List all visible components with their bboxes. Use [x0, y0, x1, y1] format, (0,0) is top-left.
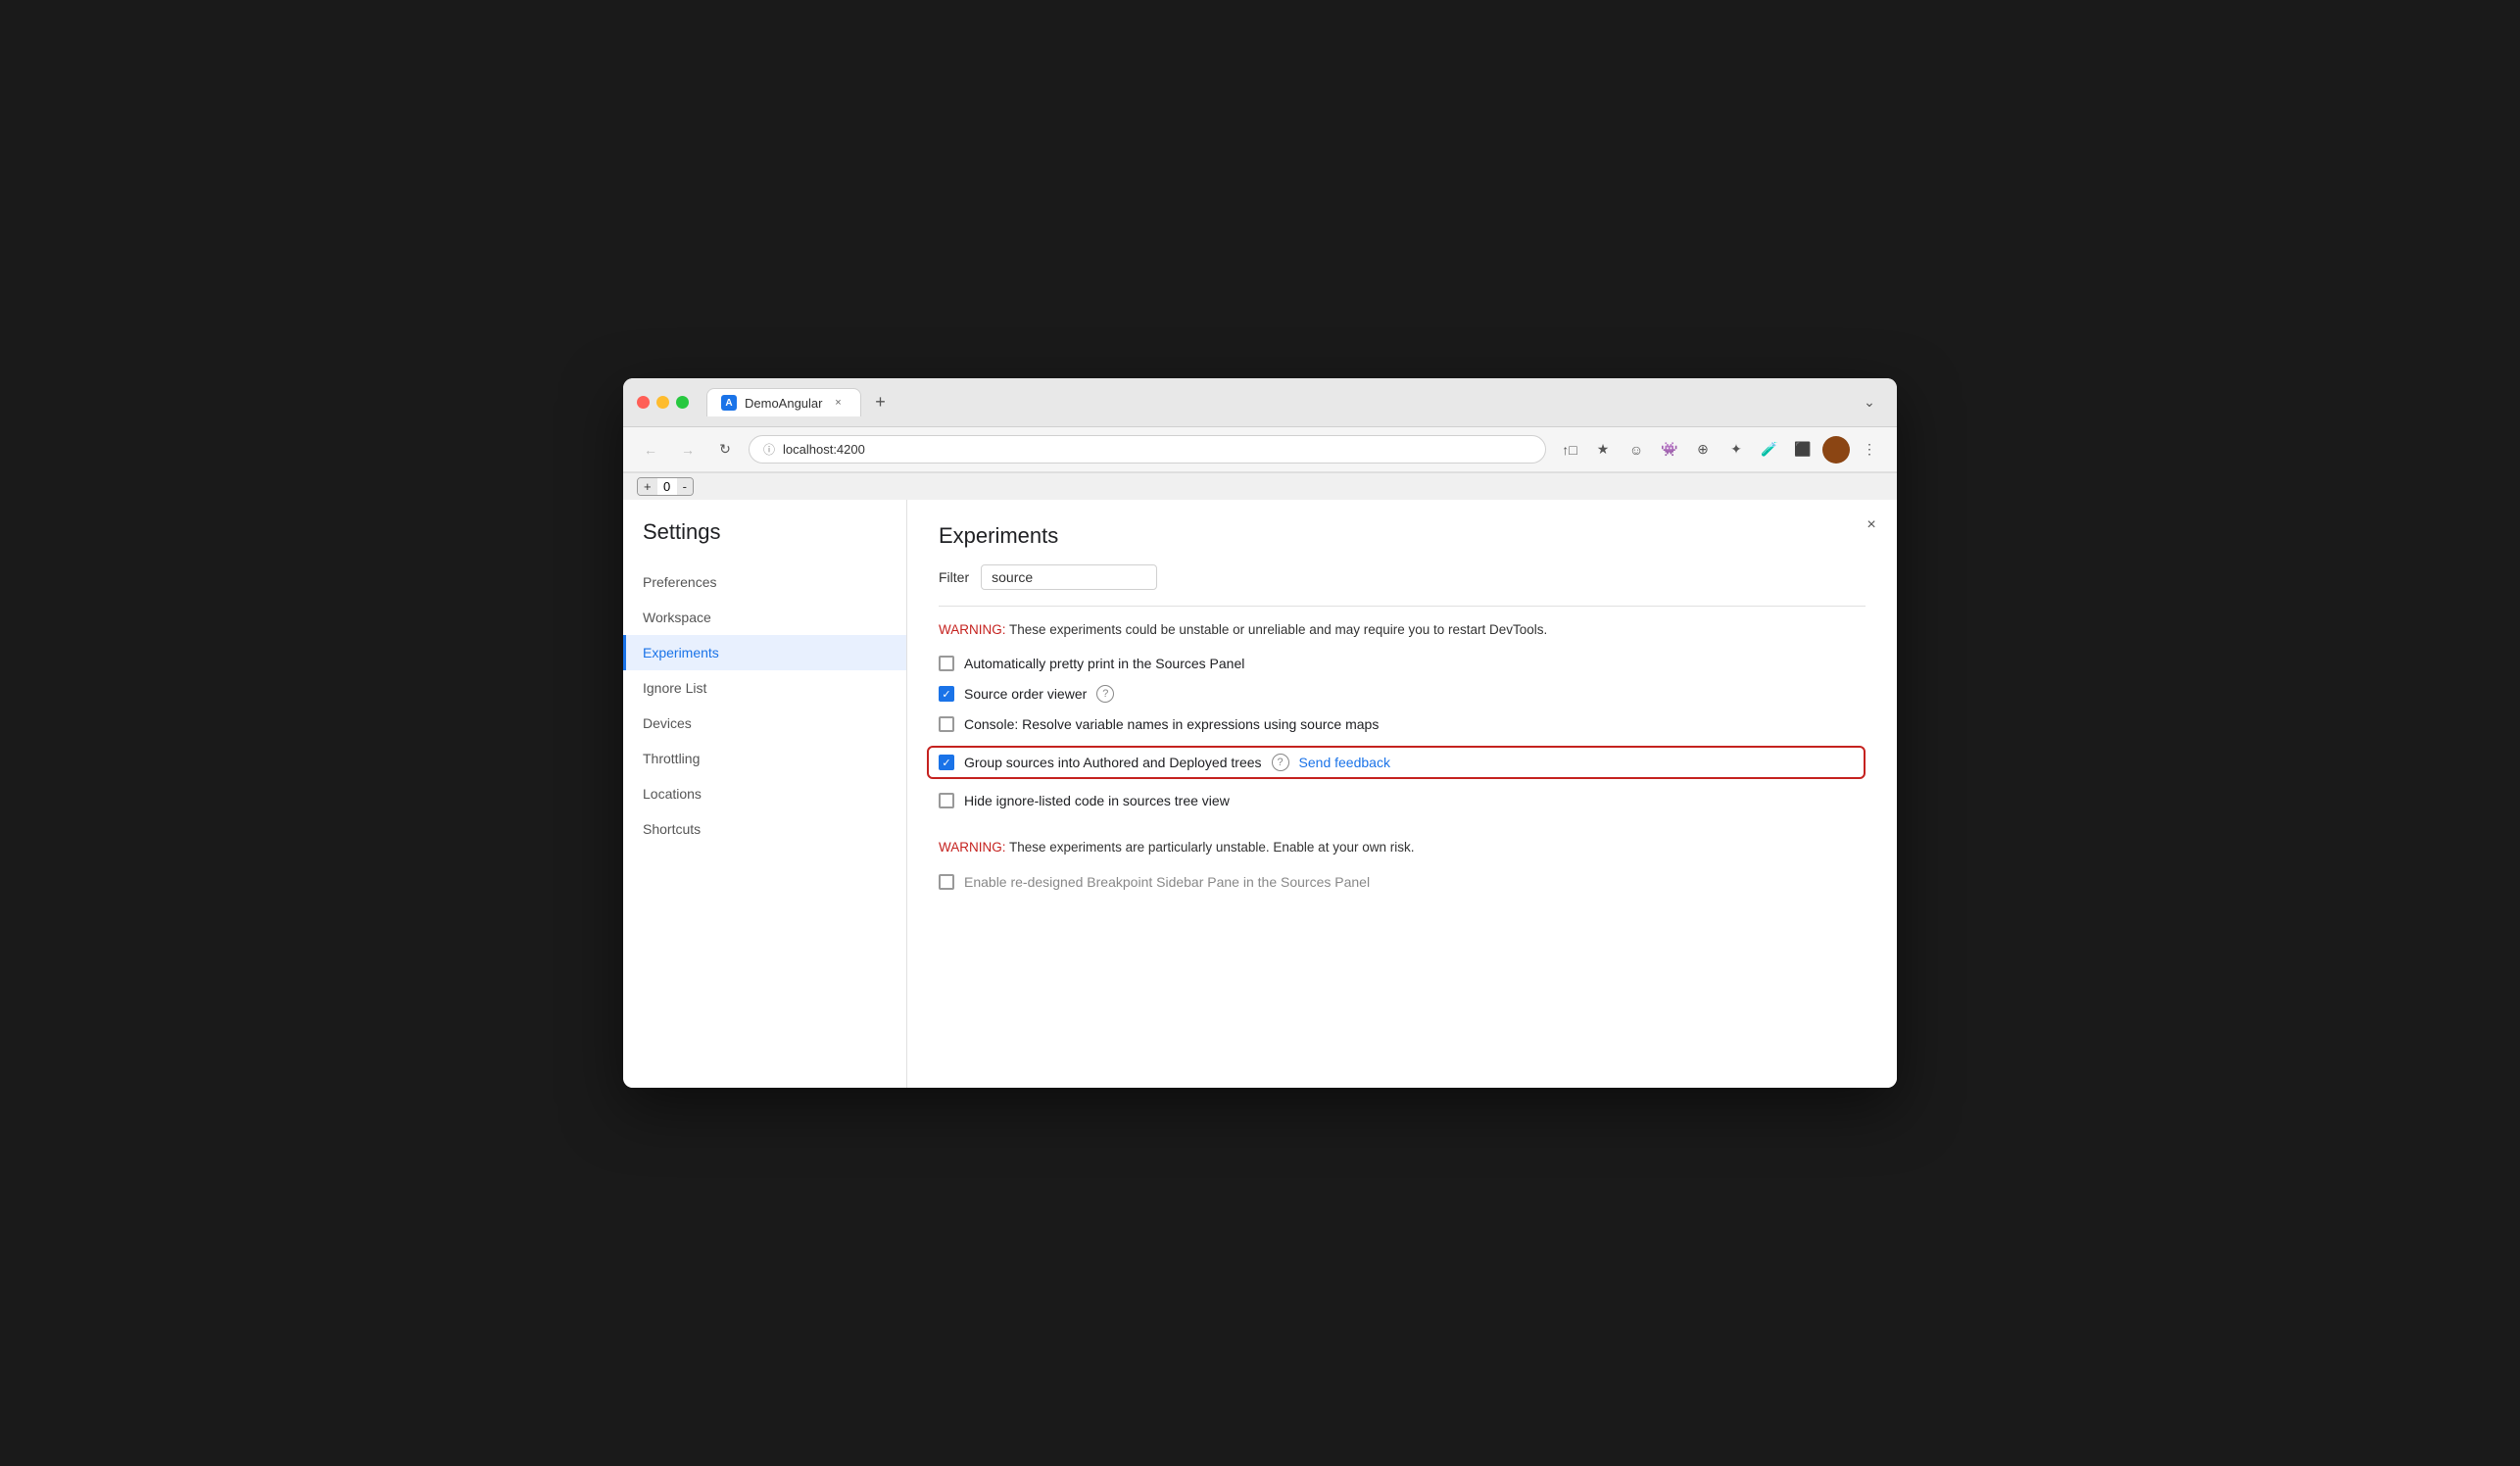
- extension1-icon[interactable]: 👾: [1656, 436, 1683, 464]
- warning-body-2: These experiments are particularly unsta…: [1009, 840, 1414, 855]
- sidebar-item-ignore-list[interactable]: Ignore List: [623, 670, 906, 706]
- sidebar-item-locations[interactable]: Locations: [623, 776, 906, 811]
- checkbox-group-sources[interactable]: ✓: [939, 755, 954, 770]
- experiment-label-source-order: Source order viewer: [964, 686, 1087, 702]
- user-circle-icon[interactable]: ☺: [1623, 436, 1650, 464]
- share-icon[interactable]: ↑□: [1556, 436, 1583, 464]
- browser-toolbar: ← → ↻ ⓘ localhost:4200 ↑□ ★ ☺ 👾 ⊕ ✦ 🧪 ⬛ …: [623, 427, 1897, 472]
- tab-title: DemoAngular: [745, 396, 823, 411]
- filter-label: Filter: [939, 569, 969, 585]
- experiments-title: Experiments: [939, 523, 1866, 549]
- filter-row: Filter: [939, 564, 1866, 590]
- sidebar-item-preferences[interactable]: Preferences: [623, 564, 906, 600]
- experiment-item-console-resolve: Console: Resolve variable names in expre…: [939, 716, 1866, 732]
- experiment-label-group-sources: Group sources into Authored and Deployed…: [964, 755, 1262, 770]
- new-tab-button[interactable]: +: [867, 389, 895, 416]
- browser-window: A DemoAngular × + ⌄ ← → ↻ ⓘ localhost:42…: [623, 378, 1897, 1088]
- help-icon-group-sources[interactable]: ?: [1272, 754, 1289, 771]
- bookmark-icon[interactable]: ★: [1589, 436, 1617, 464]
- tab-favicon: A: [721, 395, 737, 411]
- beaker-icon[interactable]: 🧪: [1756, 436, 1783, 464]
- help-icon-source-order[interactable]: ?: [1096, 685, 1114, 703]
- profile-avatar[interactable]: [1822, 436, 1850, 464]
- checkbox-hide-ignore[interactable]: [939, 793, 954, 808]
- send-feedback-link[interactable]: Send feedback: [1299, 755, 1390, 770]
- devtools-bar: + 0 -: [623, 472, 1897, 500]
- active-tab[interactable]: A DemoAngular ×: [706, 388, 861, 416]
- sidebar-icon[interactable]: ⬛: [1789, 436, 1817, 464]
- checkbox-breakpoint-sidebar[interactable]: [939, 874, 954, 890]
- extension2-icon[interactable]: ✦: [1722, 436, 1750, 464]
- tab-close-button[interactable]: ×: [831, 395, 847, 411]
- section-spacer: [939, 822, 1866, 838]
- maximize-traffic-light[interactable]: [676, 396, 689, 409]
- experiment-label-pretty-print: Automatically pretty print in the Source…: [964, 656, 1244, 671]
- browser-titlebar: A DemoAngular × + ⌄: [623, 378, 1897, 427]
- forward-button[interactable]: →: [674, 436, 702, 464]
- secure-icon: ⓘ: [763, 441, 775, 458]
- devtools-icon[interactable]: ⊕: [1689, 436, 1717, 464]
- experiment-item-source-order: ✓ Source order viewer ?: [939, 685, 1866, 703]
- settings-close-button[interactable]: ×: [1860, 513, 1883, 537]
- checkbox-source-order[interactable]: ✓: [939, 686, 954, 702]
- tab-bar: A DemoAngular × +: [706, 388, 1846, 416]
- reload-button[interactable]: ↻: [711, 436, 739, 464]
- address-text: localhost:4200: [783, 442, 865, 457]
- sidebar-item-shortcuts[interactable]: Shortcuts: [623, 811, 906, 847]
- experiment-label-hide-ignore: Hide ignore-listed code in sources tree …: [964, 793, 1230, 808]
- warning-label-1: WARNING:: [939, 622, 1006, 637]
- filter-input[interactable]: [981, 564, 1157, 590]
- counter-minus-button[interactable]: -: [677, 478, 693, 495]
- experiment-label-console-resolve: Console: Resolve variable names in expre…: [964, 716, 1379, 732]
- sidebar-item-experiments[interactable]: Experiments: [623, 635, 906, 670]
- settings-content: × Experiments Filter WARNING: These expe…: [907, 500, 1897, 1088]
- devtools-counter: + 0 -: [637, 477, 694, 496]
- experiment-item-pretty-print: Automatically pretty print in the Source…: [939, 656, 1866, 671]
- warning-label-2: WARNING:: [939, 840, 1006, 855]
- checkbox-console-resolve[interactable]: [939, 716, 954, 732]
- warning-text-1: WARNING: These experiments could be unst…: [939, 620, 1866, 640]
- back-button[interactable]: ←: [637, 436, 664, 464]
- experiment-label-breakpoint-sidebar: Enable re-designed Breakpoint Sidebar Pa…: [964, 874, 1370, 890]
- experiment-item-breakpoint-sidebar: Enable re-designed Breakpoint Sidebar Pa…: [939, 874, 1866, 890]
- sidebar-item-throttling[interactable]: Throttling: [623, 741, 906, 776]
- toolbar-actions: ↑□ ★ ☺ 👾 ⊕ ✦ 🧪 ⬛ ⋮: [1556, 436, 1883, 464]
- traffic-lights: [637, 396, 689, 409]
- checkbox-pretty-print[interactable]: [939, 656, 954, 671]
- settings-title: Settings: [623, 519, 906, 564]
- window-dropdown-icon[interactable]: ⌄: [1856, 389, 1883, 416]
- minimize-traffic-light[interactable]: [656, 396, 669, 409]
- menu-icon[interactable]: ⋮: [1856, 436, 1883, 464]
- sidebar-item-devices[interactable]: Devices: [623, 706, 906, 741]
- warning-body-1: These experiments could be unstable or u…: [1009, 622, 1547, 637]
- address-bar[interactable]: ⓘ localhost:4200: [749, 435, 1546, 464]
- warning-text-2: WARNING: These experiments are particula…: [939, 838, 1866, 857]
- settings-sidebar: Settings Preferences Workspace Experimen…: [623, 500, 907, 1088]
- settings-container: Settings Preferences Workspace Experimen…: [623, 500, 1897, 1088]
- divider-1: [939, 606, 1866, 607]
- experiment-item-group-sources: ✓ Group sources into Authored and Deploy…: [927, 746, 1866, 779]
- counter-plus-button[interactable]: +: [638, 478, 657, 495]
- close-traffic-light[interactable]: [637, 396, 650, 409]
- experiment-item-hide-ignore: Hide ignore-listed code in sources tree …: [939, 793, 1866, 808]
- sidebar-item-workspace[interactable]: Workspace: [623, 600, 906, 635]
- counter-value: 0: [657, 478, 677, 495]
